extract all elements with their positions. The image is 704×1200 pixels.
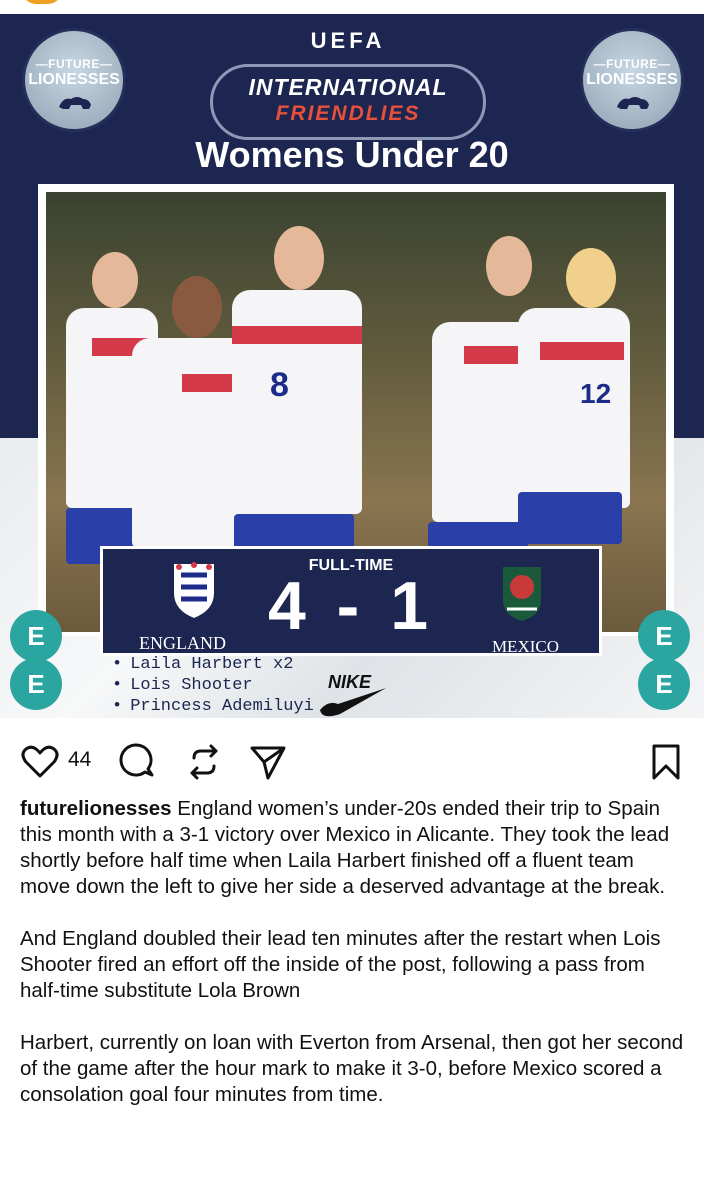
bookmark-icon[interactable] bbox=[646, 742, 686, 782]
ee-logo-icon: E bbox=[638, 658, 690, 710]
repost-icon[interactable] bbox=[184, 742, 224, 782]
future-lionesses-badge-left: —FUTURE— LIONESSES bbox=[22, 28, 126, 132]
competition-line2: FRIENDLIES bbox=[275, 102, 421, 125]
scorer-item: Laila Harbert x2 bbox=[112, 654, 314, 675]
caption-paragraph: Harbert, currently on loan with Everton … bbox=[20, 1031, 684, 1106]
ee-logo-icon: E bbox=[638, 610, 690, 662]
nike-logo-icon: NIKE bbox=[320, 672, 386, 717]
future-lionesses-badge-right: —FUTURE— LIONESSES bbox=[580, 28, 684, 132]
ee-logo-icon: E bbox=[10, 610, 62, 662]
scorers-list: Laila Harbert x2 Lois Shooter Princess A… bbox=[112, 654, 314, 717]
player-number: 12 bbox=[580, 378, 612, 409]
like-count[interactable]: 44 bbox=[68, 748, 91, 772]
nike-logo-text: NIKE bbox=[328, 672, 372, 692]
lion-icon bbox=[617, 97, 649, 109]
top-strip bbox=[0, 0, 704, 14]
comment-icon[interactable] bbox=[118, 742, 158, 782]
away-team-name: MEXICO bbox=[491, 637, 559, 656]
competition-line1: INTERNATIONAL bbox=[248, 74, 448, 100]
badge-top-text: —FUTURE— bbox=[593, 57, 671, 71]
lion-icon bbox=[59, 97, 91, 109]
caption-paragraph: futurelionesses England women’s under-20… bbox=[20, 796, 688, 900]
uefa-text: UEFA bbox=[310, 28, 386, 53]
caption-username[interactable]: futurelionesses bbox=[20, 797, 172, 820]
post-title: Womens Under 20 bbox=[195, 134, 509, 175]
post-image[interactable]: —FUTURE— LIONESSES —FUTURE— LIONESSES UE… bbox=[0, 14, 704, 718]
scorer-item: Princess Ademiluyi bbox=[112, 696, 314, 717]
post-caption: futurelionesses England women’s under-20… bbox=[20, 796, 688, 1134]
badge-top-text: —FUTURE— bbox=[35, 57, 113, 71]
avatar[interactable] bbox=[22, 0, 62, 4]
scorer-item: Lois Shooter bbox=[112, 675, 314, 696]
player-number: 8 bbox=[270, 366, 289, 404]
home-team-name: ENGLAND bbox=[139, 633, 226, 653]
heart-icon[interactable] bbox=[20, 742, 60, 782]
caption-paragraph: And England doubled their lead ten minut… bbox=[20, 927, 661, 1002]
uefa-friendlies-logo: UEFA INTERNATIONAL FRIENDLIES bbox=[210, 28, 486, 144]
ee-logo-icon: E bbox=[10, 658, 62, 710]
badge-main-text: LIONESSES bbox=[586, 71, 678, 88]
share-icon[interactable] bbox=[248, 742, 288, 782]
mexico-crest-icon bbox=[503, 567, 541, 621]
post-actions-bar: 44 bbox=[0, 718, 704, 798]
badge-main-text: LIONESSES bbox=[28, 71, 120, 88]
score-banner: FULL-TIME 4 - 1 ENGLAND MEXICO bbox=[100, 546, 602, 656]
